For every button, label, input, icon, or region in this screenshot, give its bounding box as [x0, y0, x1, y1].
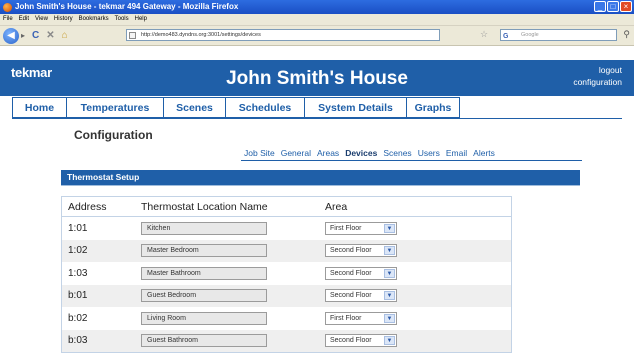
page-icon: [129, 32, 136, 39]
navigation-toolbar: ◀ ▸ C ✕ ⌂ http://demo483.dyndns.org:3001…: [0, 26, 634, 46]
table-row: 1:03 Master Bathroom Second Floor ▼: [62, 262, 511, 285]
address-cell: 1:02: [68, 245, 88, 257]
minimize-button[interactable]: _: [594, 1, 606, 12]
location-name-input[interactable]: Living Room: [141, 311, 267, 325]
menu-bookmarks[interactable]: Bookmarks: [79, 14, 109, 25]
menu-edit[interactable]: Edit: [19, 14, 29, 25]
address-cell: 1:03: [68, 267, 88, 279]
subnav-email[interactable]: Email: [446, 148, 467, 158]
chevron-down-icon[interactable]: ▼: [384, 268, 395, 278]
address-cell: b:02: [68, 312, 88, 324]
house-title: John Smith's House: [226, 68, 408, 89]
tab-schedules[interactable]: Schedules: [226, 97, 305, 118]
setup-divider: [61, 185, 580, 186]
address-bar[interactable]: http://demo483.dyndns.org:3001/settings/…: [126, 29, 440, 41]
menu-help[interactable]: Help: [135, 14, 147, 25]
tab-underline: [12, 118, 622, 119]
tab-home[interactable]: Home: [12, 97, 67, 118]
menu-view[interactable]: View: [35, 14, 48, 25]
area-select[interactable]: Second Floor ▼: [325, 244, 397, 258]
window-titlebar: John Smith's House - tekmar 494 Gateway …: [0, 0, 634, 14]
column-location-name: Thermostat Location Name: [141, 200, 268, 213]
area-select-value: Second Floor: [330, 337, 372, 345]
subnav-alerts[interactable]: Alerts: [473, 148, 495, 158]
area-select-value: First Floor: [330, 314, 362, 322]
area-select[interactable]: Second Floor ▼: [325, 334, 397, 348]
area-select[interactable]: Second Floor ▼: [325, 289, 397, 303]
thermostat-table: Address Thermostat Location Name Area 1:…: [61, 196, 512, 353]
column-address: Address: [68, 200, 107, 213]
tab-system-details[interactable]: System Details: [305, 97, 407, 118]
table-header: Address Thermostat Location Name Area: [62, 197, 511, 217]
chevron-down-icon[interactable]: ▼: [384, 336, 395, 346]
site-header: tekmar John Smith's House logout configu…: [0, 60, 634, 96]
search-placeholder: Google: [521, 32, 539, 38]
tab-temperatures[interactable]: Temperatures: [67, 97, 164, 118]
area-select[interactable]: Second Floor ▼: [325, 266, 397, 280]
google-icon[interactable]: G: [503, 31, 508, 42]
forward-dropdown-icon[interactable]: ▸: [21, 31, 25, 40]
menu-history[interactable]: History: [54, 14, 73, 25]
subnav-scenes[interactable]: Scenes: [383, 148, 411, 158]
stop-icon[interactable]: ✕: [46, 30, 54, 41]
location-name-input[interactable]: Guest Bathroom: [141, 334, 267, 348]
location-name-input[interactable]: Guest Bedroom: [141, 289, 267, 303]
subnav-devices[interactable]: Devices: [345, 148, 377, 158]
subnav-job-site[interactable]: Job Site: [244, 148, 275, 158]
configuration-link[interactable]: configuration: [573, 77, 622, 87]
chevron-down-icon[interactable]: ▼: [384, 313, 395, 323]
address-text: http://demo483.dyndns.org:3001/settings/…: [141, 32, 261, 38]
subnav-general[interactable]: General: [281, 148, 311, 158]
tab-graphs[interactable]: Graphs: [407, 97, 460, 118]
back-button[interactable]: ◀: [3, 27, 19, 44]
table-row: 1:01 Kitchen First Floor ▼: [62, 217, 511, 240]
area-select[interactable]: First Floor ▼: [325, 221, 397, 235]
table-row: 1:02 Master Bedroom Second Floor ▼: [62, 239, 511, 262]
menu-bar: File Edit View History Bookmarks Tools H…: [0, 14, 634, 26]
home-icon[interactable]: ⌂: [62, 30, 68, 41]
area-select[interactable]: First Floor ▼: [325, 311, 397, 325]
tab-scenes[interactable]: Scenes: [164, 97, 226, 118]
reload-icon[interactable]: C: [32, 30, 39, 41]
address-cell: 1:01: [68, 222, 88, 234]
table-row: b:01 Guest Bedroom Second Floor ▼: [62, 284, 511, 307]
bookmark-star-icon[interactable]: ☆: [480, 29, 488, 40]
chevron-down-icon[interactable]: ▼: [384, 291, 395, 301]
location-name-input[interactable]: Master Bedroom: [141, 244, 267, 258]
search-icon[interactable]: ⚲: [623, 29, 630, 40]
subnav-areas[interactable]: Areas: [317, 148, 339, 158]
address-cell: b:01: [68, 290, 88, 302]
search-input[interactable]: G Google: [500, 29, 617, 41]
main-tabs: Home Temperatures Scenes Schedules Syste…: [12, 97, 460, 119]
table-row: b:02 Living Room First Floor ▼: [62, 307, 511, 330]
column-area: Area: [325, 200, 348, 213]
logout-link[interactable]: logout: [599, 65, 622, 75]
area-select-value: First Floor: [330, 224, 362, 232]
page-title: Configuration: [74, 128, 153, 142]
area-select-value: Second Floor: [330, 269, 372, 277]
chevron-down-icon[interactable]: ▼: [384, 223, 395, 233]
window-title: John Smith's House - tekmar 494 Gateway …: [15, 2, 239, 11]
subnav-underline: [241, 160, 582, 161]
chevron-down-icon[interactable]: ▼: [384, 246, 395, 256]
location-name-input[interactable]: Kitchen: [141, 221, 267, 235]
maximize-button[interactable]: □: [607, 1, 619, 12]
table-row: b:03 Guest Bathroom Second Floor ▼: [62, 329, 511, 352]
subnav-users[interactable]: Users: [418, 148, 440, 158]
firefox-icon: [3, 2, 12, 12]
area-select-value: Second Floor: [330, 292, 372, 300]
location-name-input[interactable]: Master Bathroom: [141, 266, 267, 280]
close-button[interactable]: ×: [620, 1, 632, 12]
area-select-value: Second Floor: [330, 247, 372, 255]
config-subnav: Job Site General Areas Devices Scenes Us…: [244, 148, 495, 158]
menu-file[interactable]: File: [3, 14, 13, 25]
thermostat-setup-heading: Thermostat Setup: [61, 170, 580, 185]
menu-tools[interactable]: Tools: [115, 14, 129, 25]
